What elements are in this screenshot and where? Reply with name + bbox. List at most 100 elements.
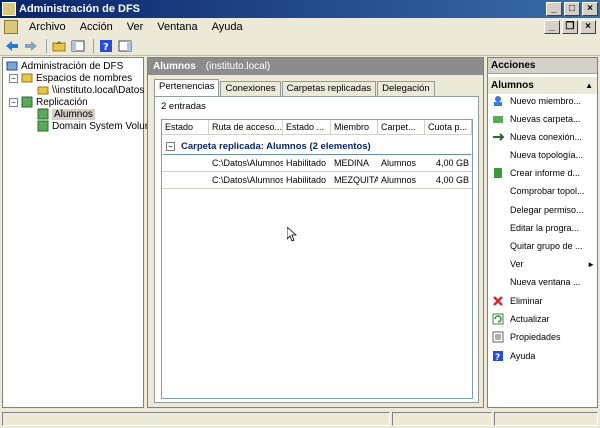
center-title: Alumnos bbox=[153, 61, 196, 72]
minimize-button[interactable]: _ bbox=[546, 2, 562, 16]
table-row[interactable]: C:\Datos\Alumnos Habilitado MEZQUITA Alu… bbox=[162, 172, 472, 189]
properties-icon bbox=[492, 331, 504, 343]
tree-group-alumnos[interactable]: Alumnos bbox=[37, 108, 95, 120]
actions-pane: Acciones Alumnos ▲ Nuevo miembro... Nuev… bbox=[487, 57, 598, 408]
action-crear-informe[interactable]: Crear informe d... bbox=[492, 166, 580, 180]
tree-group-domain[interactable]: Domain System Volume bbox=[37, 120, 159, 132]
tab-strip: Pertenencias Conexiones Carpetas replica… bbox=[154, 79, 436, 96]
refresh-icon bbox=[492, 313, 504, 325]
center-pane: Alumnos (instituto.local) Pertenencias C… bbox=[147, 57, 484, 408]
action-editar-programacion[interactable]: Editar la progra... bbox=[492, 221, 579, 235]
blank-icon bbox=[492, 204, 504, 216]
collapse-up-icon[interactable]: ▲ bbox=[585, 81, 593, 90]
forward-icon[interactable] bbox=[23, 38, 39, 54]
child-minimize-button[interactable]: _ bbox=[544, 20, 560, 34]
svg-text:?: ? bbox=[103, 42, 109, 53]
column-header[interactable]: Ruta de acceso... bbox=[209, 120, 283, 134]
blank-icon bbox=[492, 149, 504, 161]
dfs-icon bbox=[6, 61, 18, 71]
actions-section[interactable]: Alumnos ▲ bbox=[488, 77, 597, 94]
action-actualizar[interactable]: Actualizar bbox=[492, 312, 550, 326]
cell-cuota: 4,00 GB bbox=[435, 158, 469, 168]
toolbar: ? bbox=[0, 36, 600, 56]
tab-pertenencias[interactable]: Pertenencias bbox=[154, 79, 220, 96]
show-tree-icon[interactable] bbox=[70, 38, 86, 54]
cell-ruta: C:\Datos\Alumnos bbox=[212, 175, 283, 185]
menu-ayuda[interactable]: Ayuda bbox=[205, 21, 250, 33]
menu-ver[interactable]: Ver bbox=[120, 21, 151, 33]
group-header[interactable]: − Carpeta replicada: Alumnos (2 elemento… bbox=[163, 138, 471, 155]
column-header[interactable]: Carpet... bbox=[378, 120, 425, 134]
action-ver[interactable]: Ver ► bbox=[492, 257, 595, 271]
action-delegar-permiso[interactable]: Delegar permiso... bbox=[492, 203, 584, 217]
action-quitar-grupo[interactable]: Quitar grupo de ... bbox=[492, 239, 583, 253]
collapse-icon[interactable]: − bbox=[9, 73, 18, 83]
cell-cuota: 4,00 GB bbox=[435, 175, 469, 185]
child-close-button[interactable]: × bbox=[580, 20, 596, 34]
replication-group-icon bbox=[37, 120, 49, 132]
up-folder-icon[interactable] bbox=[51, 38, 67, 54]
tree-group-alumnos-label: Alumnos bbox=[52, 108, 95, 120]
maximize-button[interactable]: □ bbox=[564, 2, 580, 16]
tab-carpetas-replicadas[interactable]: Carpetas replicadas bbox=[281, 81, 377, 96]
action-comprobar-topologia[interactable]: Comprobar topol... bbox=[492, 184, 585, 198]
action-label: Nueva topología... bbox=[510, 150, 584, 160]
help-icon[interactable]: ? bbox=[98, 38, 114, 54]
action-nuevas-carpeta[interactable]: Nuevas carpeta... bbox=[492, 112, 581, 126]
mouse-cursor-icon bbox=[287, 227, 297, 242]
action-label: Nuevo miembro... bbox=[510, 96, 582, 106]
action-label: Editar la progra... bbox=[510, 223, 580, 233]
action-label: Actualizar bbox=[510, 314, 550, 324]
child-restore-button[interactable]: ❐ bbox=[562, 20, 578, 34]
back-icon[interactable] bbox=[4, 38, 20, 54]
column-header[interactable]: Estado ... bbox=[283, 120, 331, 134]
close-button[interactable]: × bbox=[582, 2, 598, 16]
namespace-icon bbox=[21, 73, 33, 83]
action-nueva-conexion[interactable]: Nueva conexión... bbox=[492, 130, 582, 144]
tree-namespace-item[interactable]: \\instituto.local\Datos bbox=[37, 84, 144, 96]
column-header[interactable]: Cuota p... bbox=[425, 120, 472, 134]
tree-namespaces[interactable]: − Espacios de nombres bbox=[9, 72, 132, 84]
cell-carpeta: Alumnos bbox=[381, 158, 417, 168]
column-header[interactable]: Miembro bbox=[331, 120, 378, 134]
blank-icon bbox=[492, 276, 504, 288]
collapse-icon[interactable]: − bbox=[166, 141, 175, 151]
action-ayuda[interactable]: ? Ayuda bbox=[492, 349, 535, 363]
table-row[interactable]: C:\Datos\Alumnos Habilitado MEDINA Alumn… bbox=[162, 155, 472, 172]
toolbar-separator bbox=[93, 38, 94, 53]
action-label: Eliminar bbox=[510, 296, 543, 306]
menu-archivo[interactable]: Archivo bbox=[22, 21, 73, 33]
action-propiedades[interactable]: Propiedades bbox=[492, 330, 561, 344]
menu-ventana[interactable]: Ventana bbox=[150, 21, 204, 33]
status-panel bbox=[392, 412, 492, 426]
tree-root-label: Administración de DFS bbox=[21, 60, 124, 72]
svg-text:?: ? bbox=[495, 353, 500, 362]
menu-accion[interactable]: Acción bbox=[73, 21, 120, 33]
title-bar: Administración de DFS _ □ × bbox=[0, 0, 600, 18]
menu-bar: Archivo Acción Ver Ventana Ayuda _ ❐ × bbox=[0, 18, 600, 36]
members-list: Estado Ruta de acceso... Estado ... Miem… bbox=[161, 119, 473, 399]
column-header[interactable]: Estado bbox=[162, 120, 209, 134]
tab-delegacion[interactable]: Delegación bbox=[377, 81, 435, 96]
folder-icon bbox=[37, 86, 49, 95]
action-label: Delegar permiso... bbox=[510, 205, 584, 215]
actions-header: Acciones bbox=[488, 58, 597, 74]
collapse-icon[interactable]: − bbox=[9, 97, 18, 107]
status-panel bbox=[2, 412, 390, 426]
status-panel bbox=[494, 412, 598, 426]
properties-icon[interactable] bbox=[117, 38, 133, 54]
tree-replication[interactable]: − Replicación bbox=[9, 96, 88, 108]
action-nueva-ventana[interactable]: Nueva ventana ... bbox=[492, 275, 581, 289]
blank-icon bbox=[492, 240, 504, 252]
action-nueva-topologia[interactable]: Nueva topología... bbox=[492, 148, 583, 162]
tab-panel: 2 entradas Estado Ruta de acceso... Esta… bbox=[154, 96, 479, 403]
action-eliminar[interactable]: Eliminar bbox=[492, 294, 543, 308]
help-icon: ? bbox=[492, 350, 504, 362]
system-menu-icon[interactable] bbox=[4, 20, 18, 34]
tab-conexiones[interactable]: Conexiones bbox=[220, 81, 281, 96]
action-nuevo-miembro[interactable]: Nuevo miembro... bbox=[492, 94, 581, 108]
new-folder-icon bbox=[492, 113, 504, 125]
replication-icon bbox=[21, 96, 33, 108]
tree-root[interactable]: Administración de DFS bbox=[6, 60, 123, 72]
cell-miembro: MEDINA bbox=[334, 158, 370, 168]
